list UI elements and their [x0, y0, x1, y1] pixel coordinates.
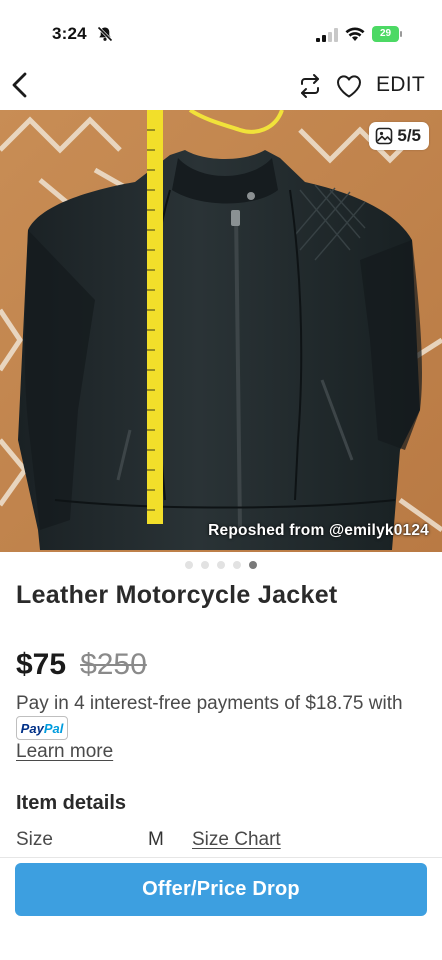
price: $75: [16, 648, 67, 681]
divider: [0, 857, 442, 858]
carousel-dot[interactable]: [233, 561, 241, 569]
size-label: Size: [16, 829, 53, 850]
status-time: 3:24: [52, 24, 87, 43]
wifi-icon: [345, 27, 365, 41]
bell-muted-icon: [97, 26, 113, 42]
paypal-logo: Pay Pal: [16, 716, 68, 740]
original-price: $250: [80, 648, 147, 681]
status-bar: 3:24 29: [0, 0, 442, 56]
heart-icon[interactable]: [335, 73, 363, 99]
carousel-dot-active[interactable]: [249, 561, 257, 569]
signal-icon: [316, 28, 338, 42]
carousel-dot[interactable]: [201, 561, 209, 569]
paypal-pal: Pal: [43, 720, 64, 736]
installments-text: Pay in 4 interest-free payments of $18.7…: [16, 693, 403, 714]
jacket-image: [0, 110, 442, 552]
size-chart-link[interactable]: Size Chart: [192, 829, 281, 851]
top-nav: EDIT: [0, 60, 442, 110]
size-value: M: [148, 829, 164, 850]
price-row: $75 $250: [16, 648, 147, 682]
repost-icon[interactable]: [297, 73, 323, 99]
edit-button[interactable]: EDIT: [376, 73, 425, 97]
listing-title: Leather Motorcycle Jacket: [16, 581, 338, 609]
photo-counter-text: 5/5: [397, 126, 421, 145]
paypal-pay: Pay: [20, 720, 44, 736]
carousel-dot[interactable]: [217, 561, 225, 569]
back-chevron-icon[interactable]: [8, 70, 32, 100]
battery-icon: 29: [372, 26, 402, 42]
photo-counter: 5/5: [369, 122, 429, 150]
offer-price-drop-button[interactable]: Offer/Price Drop: [15, 863, 427, 916]
item-details-heading: Item details: [16, 792, 127, 814]
carousel-dots: [0, 561, 442, 571]
battery-level: 29: [379, 28, 392, 39]
repost-credit[interactable]: Reposhed from @emilyk0124: [208, 522, 429, 540]
gallery-icon: [376, 127, 393, 145]
listing-photo[interactable]: 5/5 Reposhed from @emilyk0124: [0, 110, 442, 552]
learn-more-link[interactable]: Learn more: [16, 741, 113, 763]
carousel-dot[interactable]: [185, 561, 193, 569]
